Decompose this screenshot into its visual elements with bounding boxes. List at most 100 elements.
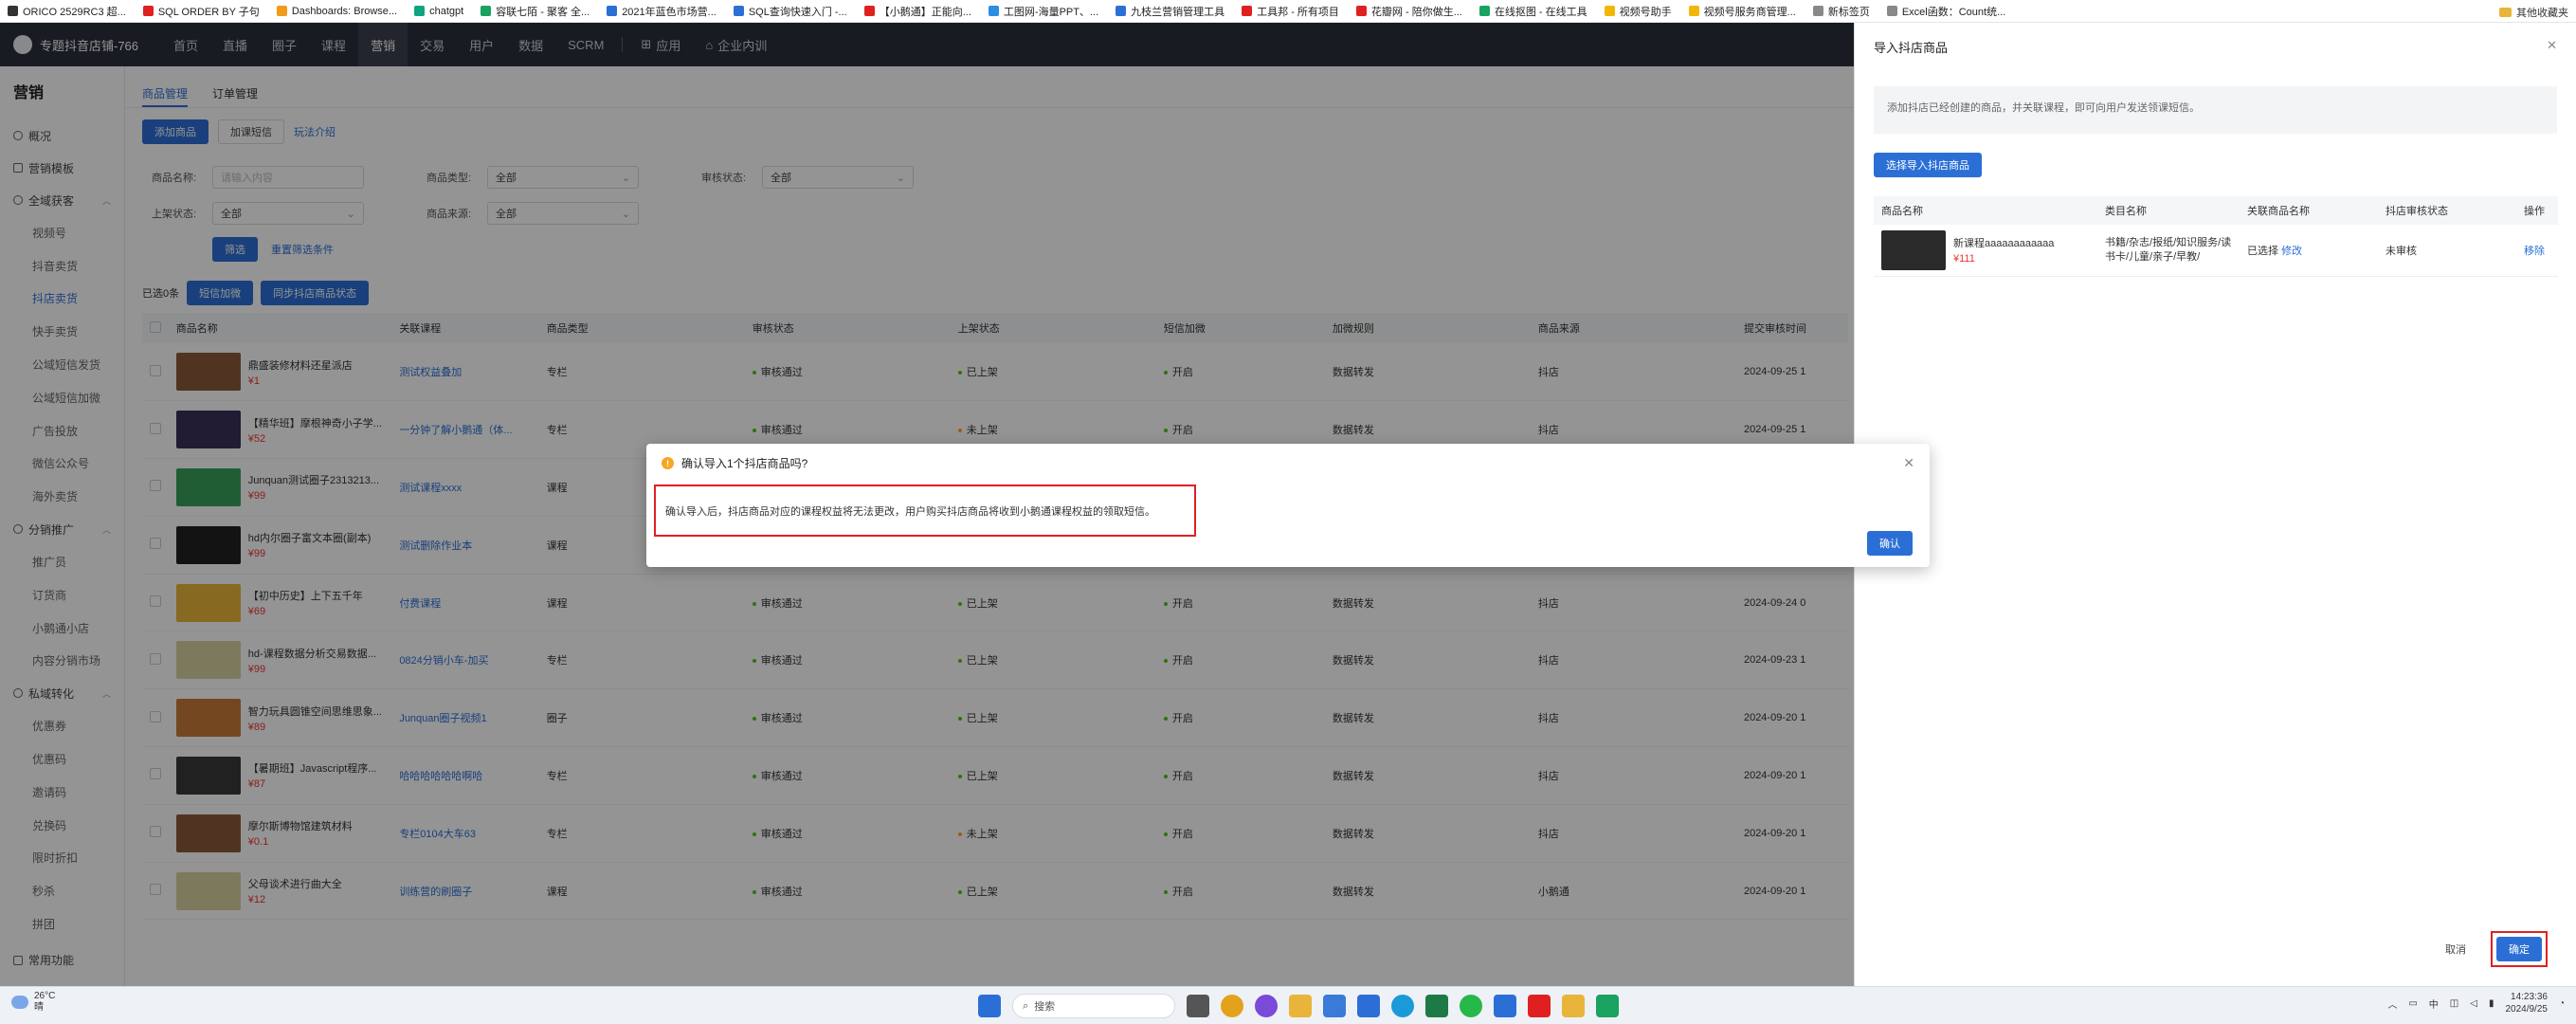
volume-icon[interactable]: ◁ bbox=[2470, 998, 2477, 1009]
bookmark-favicon-icon bbox=[8, 6, 18, 16]
search-icon: ⌕ bbox=[1023, 999, 1029, 1012]
warning-icon: ! bbox=[662, 457, 674, 469]
bookmark-favicon-icon bbox=[1812, 6, 1823, 16]
bookmark-favicon-icon bbox=[1688, 6, 1699, 16]
mail-icon[interactable] bbox=[1323, 995, 1346, 1017]
drawer-col-status: 抖店审核状态 bbox=[2378, 196, 2516, 225]
bookmark-favicon-icon bbox=[142, 6, 154, 16]
wps-icon[interactable] bbox=[1528, 995, 1551, 1017]
bookmark-label: ORICO 2529RC3 超... bbox=[23, 6, 126, 18]
chrome-icon[interactable] bbox=[1221, 995, 1243, 1017]
bookmark-label: 工具邦 - 所有项目 bbox=[1257, 6, 1339, 18]
bookmark-item[interactable]: 2021年蓝色市场营... bbox=[607, 4, 717, 19]
notes-icon[interactable] bbox=[1289, 995, 1312, 1017]
folder-icon bbox=[2499, 8, 2512, 17]
app-icon[interactable] bbox=[1255, 995, 1278, 1017]
screenshot-icon[interactable] bbox=[1596, 995, 1619, 1017]
dialog-confirm-button[interactable]: 确认 bbox=[1867, 531, 1913, 556]
bookmark-label: 工图网-海量PPT、... bbox=[1003, 6, 1099, 18]
bookmark-item[interactable]: 在线抠图 - 在线工具 bbox=[1478, 4, 1587, 19]
drawer-footer: 取消 确定 bbox=[2434, 931, 2548, 967]
bookmark-favicon-icon bbox=[1886, 6, 1897, 16]
taskbar-search[interactable]: ⌕ 搜索 bbox=[1012, 994, 1175, 1018]
bookmark-item[interactable]: 容联七陌 - 聚客 全... bbox=[481, 4, 590, 19]
bookmark-label: chatgpt bbox=[429, 5, 464, 17]
bookmark-label: 在线抠图 - 在线工具 bbox=[1494, 6, 1587, 18]
other-bookmarks[interactable]: 其他收藏夹 bbox=[2499, 5, 2568, 20]
bookmark-favicon-icon bbox=[988, 6, 999, 16]
highlight-box: 确定 bbox=[2491, 931, 2548, 967]
drawer-col-name: 商品名称 bbox=[1874, 196, 2097, 225]
bookmark-label: 视频号助手 bbox=[1619, 6, 1672, 18]
bookmark-item[interactable]: SQL ORDER BY 子句 bbox=[142, 4, 260, 19]
bookmark-label: 视频号服务商管理... bbox=[1703, 6, 1796, 18]
bookmark-item[interactable]: 花瓣网 - 陪你做生... bbox=[1355, 4, 1462, 19]
bookmark-label: Dashboards: Browse... bbox=[291, 5, 398, 17]
cancel-button[interactable]: 取消 bbox=[2434, 937, 2477, 961]
bookmark-label: 【小鹅通】正能向... bbox=[879, 6, 971, 18]
store-icon[interactable] bbox=[1357, 995, 1380, 1017]
bookmark-label: Excel函数：Count统... bbox=[1901, 6, 2006, 18]
confirm-button[interactable]: 确定 bbox=[2496, 937, 2542, 961]
bookmark-favicon-icon bbox=[1478, 6, 1490, 16]
bookmark-label: 九枝兰营销管理工具 bbox=[1131, 6, 1225, 18]
wechat-icon[interactable] bbox=[1460, 995, 1482, 1017]
select-import-button[interactable]: 选择导入抖店商品 bbox=[1874, 153, 1982, 177]
import-drawer: 导入抖店商品 ✕ 添加抖店已经创建的商品，并关联课程，即可向用户发送领课短信。 选… bbox=[1854, 23, 2576, 986]
taskbar: 26°C 晴 ⌕ 搜索 ︿ ▭ 中 ◫ ◁ ▮ 14:23:36 2024/9/25 … bbox=[0, 986, 2576, 1024]
network-icon[interactable]: ◫ bbox=[2450, 998, 2458, 1009]
weather-widget[interactable]: 26°C 晴 bbox=[11, 991, 55, 1014]
bookmark-item[interactable]: SQL查询快速入门 -... bbox=[733, 4, 847, 19]
bookmark-favicon-icon bbox=[863, 6, 875, 16]
bookmark-item[interactable]: Excel函数：Count统... bbox=[1886, 4, 2006, 19]
product-thumbnail bbox=[1881, 229, 1946, 270]
bookmark-item[interactable]: 新标签页 bbox=[1812, 4, 1870, 19]
ime-language[interactable]: 中 bbox=[2429, 997, 2439, 1011]
bookmark-item[interactable]: 【小鹅通】正能向... bbox=[863, 4, 971, 19]
bookmark-item[interactable]: 视频号助手 bbox=[1604, 4, 1672, 19]
bookmark-favicon-icon bbox=[1116, 6, 1127, 16]
excel-icon[interactable] bbox=[1425, 995, 1448, 1017]
bookmark-favicon-icon bbox=[733, 6, 744, 16]
bookmark-label: SQL查询快速入门 -... bbox=[748, 6, 847, 18]
folder-icon[interactable] bbox=[1562, 995, 1585, 1017]
windows-start-icon[interactable] bbox=[978, 995, 1001, 1017]
bookmark-label: 花瓣网 - 陪你做生... bbox=[1370, 6, 1462, 18]
battery-icon[interactable]: ▮ bbox=[2489, 998, 2494, 1009]
system-tray: ︿ ▭ 中 ◫ ◁ ▮ 14:23:36 2024/9/25 ◔ bbox=[2387, 991, 2565, 1015]
notification-icon[interactable]: ◔ bbox=[2559, 998, 2565, 1009]
bookmark-item[interactable]: 九枝兰营销管理工具 bbox=[1116, 4, 1225, 19]
edit-link[interactable]: 修改 bbox=[2281, 246, 2302, 257]
bookmark-favicon-icon bbox=[1355, 6, 1367, 16]
remove-link[interactable]: 移除 bbox=[2524, 246, 2545, 257]
dialog-title: 确认导入1个抖店商品吗? bbox=[681, 457, 808, 470]
bookmark-item[interactable]: chatgpt bbox=[414, 6, 463, 17]
close-icon[interactable]: ✕ bbox=[2547, 38, 2557, 56]
chevron-up-icon[interactable]: ︿ bbox=[2387, 997, 2397, 1011]
drawer-col-category: 类目名称 bbox=[2097, 196, 2240, 225]
bookmark-item[interactable]: 工图网-海量PPT、... bbox=[988, 4, 1099, 19]
bookmark-item[interactable]: 工具邦 - 所有项目 bbox=[1242, 4, 1339, 19]
bookmark-item[interactable]: ORICO 2529RC3 超... bbox=[8, 4, 126, 19]
bookmark-label: 2021年蓝色市场营... bbox=[622, 6, 717, 18]
close-icon[interactable]: ✕ bbox=[1903, 455, 1914, 471]
bookmark-label: 容联七陌 - 聚客 全... bbox=[496, 6, 590, 18]
clock[interactable]: 14:23:36 2024/9/25 bbox=[2505, 991, 2548, 1015]
taskbar-apps: ⌕ 搜索 bbox=[978, 994, 1619, 1018]
category-cell: 书籍/杂志/报纸/知识服务/读书卡/儿童/亲子/早教/ bbox=[2097, 225, 2240, 277]
drawer-col-action: 操作 bbox=[2516, 196, 2558, 225]
bookmark-item[interactable]: Dashboards: Browse... bbox=[276, 5, 398, 17]
task-view-icon[interactable] bbox=[1187, 995, 1209, 1017]
drawer-table: 商品名称 类目名称 关联商品名称 抖店审核状态 操作 新课程aaaaaaaaaa… bbox=[1874, 196, 2558, 277]
drawer-title: 导入抖店商品 bbox=[1874, 41, 1949, 55]
calendar-icon[interactable] bbox=[1494, 995, 1516, 1017]
bookmark-item[interactable]: 视频号服务商管理... bbox=[1688, 4, 1796, 19]
input-icon[interactable]: ▭ bbox=[2408, 998, 2417, 1009]
edge-icon[interactable] bbox=[1391, 995, 1414, 1017]
bookmarks-bar: ORICO 2529RC3 超... SQL ORDER BY 子句 Dashboa… bbox=[0, 0, 2576, 23]
bookmark-favicon-icon bbox=[1242, 6, 1253, 16]
table-row: 新课程aaaaaaaaaaaa ¥111 书籍/杂志/报纸/知识服务/读书卡/儿童… bbox=[1874, 225, 2558, 277]
confirm-dialog: ! 确认导入1个抖店商品吗? ✕ 确认导入后，抖店商品对应的课程权益将无法更改，… bbox=[646, 444, 1930, 567]
bookmark-favicon-icon bbox=[607, 6, 618, 16]
bookmark-label: SQL ORDER BY 子句 bbox=[157, 6, 260, 18]
